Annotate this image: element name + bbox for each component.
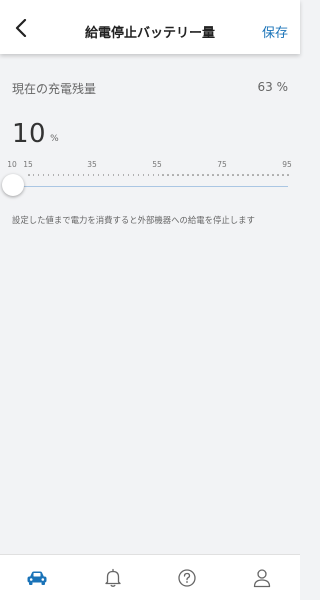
tick-label-95: 95	[282, 160, 292, 169]
slider-tick-dot	[227, 174, 229, 176]
slider-tick-dot	[28, 174, 30, 176]
slider-tick-dot	[42, 174, 45, 176]
slider-tick-dot	[107, 174, 110, 176]
chevron-left-icon	[15, 19, 27, 37]
tick-label-55: 55	[152, 160, 162, 169]
slider-tick-dot	[282, 174, 284, 176]
help-circle-icon	[178, 569, 196, 587]
tick-label-10: 10	[7, 160, 17, 169]
slider-tick-dot	[62, 174, 65, 176]
slider-tick-dot	[132, 174, 135, 176]
slider-tick-dot	[37, 174, 40, 176]
slider-tick-dot	[192, 174, 194, 176]
slider-tick-dot	[252, 174, 254, 176]
current-charge-row: 現在の充電残量 63 %	[12, 80, 288, 98]
bell-icon	[105, 568, 121, 587]
slider-tick-dot	[272, 174, 274, 176]
slider-thumb[interactable]	[2, 174, 24, 196]
slider-tick-dot	[242, 174, 244, 176]
slider-tick-dot	[57, 174, 60, 176]
back-button[interactable]	[10, 17, 32, 39]
slider-tick-dot	[87, 174, 90, 176]
setting-value: 10	[12, 119, 47, 149]
slider-tick-dot	[197, 174, 199, 176]
slider-tick-dot	[162, 174, 164, 176]
slider-tick-dot	[177, 174, 179, 176]
slider-tick-dot	[217, 174, 219, 176]
slider-tick-dot	[187, 174, 189, 176]
slider-tick-dot	[117, 174, 120, 176]
slider-tick-dot	[212, 174, 214, 176]
slider-tick-dot	[137, 174, 140, 176]
current-charge-label: 現在の充電残量	[12, 82, 97, 96]
slider-tick-dot	[207, 174, 209, 176]
slider-tick-dot	[72, 174, 75, 176]
slider-tick-dot	[82, 174, 85, 176]
slider-tick-dot	[32, 174, 35, 176]
page-title: 給電停止バッテリー量	[84, 26, 215, 41]
tick-label-15: 15	[23, 160, 33, 169]
slider-tick-dot	[257, 174, 259, 176]
setting-unit: %	[50, 134, 59, 144]
slider-tick-dot	[222, 174, 224, 176]
nav-tab-car[interactable]	[25, 566, 49, 590]
slider-tick-dot	[287, 174, 289, 176]
nav-tab-help[interactable]	[175, 566, 199, 590]
slider-tick-dot	[52, 174, 55, 176]
setting-description: 設定した値まで電力を消費すると外部機器への給電を停止します	[12, 215, 255, 225]
setting-value-display: 10%	[12, 119, 59, 149]
slider-tick-dot	[152, 174, 155, 176]
slider-tick-marks	[0, 171, 300, 183]
slider-tick-dot	[262, 174, 264, 176]
car-icon	[27, 571, 47, 585]
slider-track[interactable]	[24, 186, 288, 187]
slider-tick-dot	[267, 174, 269, 176]
slider-tick-dot	[247, 174, 249, 176]
user-icon	[253, 569, 271, 588]
save-button[interactable]: 保存	[262, 22, 288, 41]
slider-tick-dot	[172, 174, 174, 176]
slider-tick-dot	[277, 174, 279, 176]
slider-tick-dot	[147, 174, 150, 176]
slider-tick-dot	[77, 174, 80, 176]
slider-tick-dot	[157, 174, 159, 176]
nav-tab-notifications[interactable]	[101, 566, 125, 590]
slider-tick-dot	[92, 174, 95, 176]
slider-tick-dot	[102, 174, 105, 176]
top-bar: 給電停止バッテリー量 保存	[0, 0, 300, 54]
slider-tick-dot	[232, 174, 234, 176]
current-charge-value: 63 %	[257, 80, 289, 94]
bottom-navigation	[0, 554, 300, 600]
slider-tick-dot	[67, 174, 70, 176]
slider-tick-dot	[112, 174, 115, 176]
battery-level-slider[interactable]	[0, 171, 300, 201]
slider-tick-dot	[202, 174, 204, 176]
slider-tick-dot	[142, 174, 145, 176]
nav-tab-account[interactable]	[250, 566, 274, 590]
slider-tick-dot	[167, 174, 169, 176]
slider-tick-dot	[97, 174, 100, 176]
slider-tick-dot	[127, 174, 130, 176]
tick-label-35: 35	[87, 160, 97, 169]
slider-tick-dot	[47, 174, 50, 176]
tick-label-75: 75	[217, 160, 227, 169]
slider-tick-dot	[182, 174, 184, 176]
slider-tick-dot	[237, 174, 239, 176]
slider-tick-dot	[122, 174, 125, 176]
